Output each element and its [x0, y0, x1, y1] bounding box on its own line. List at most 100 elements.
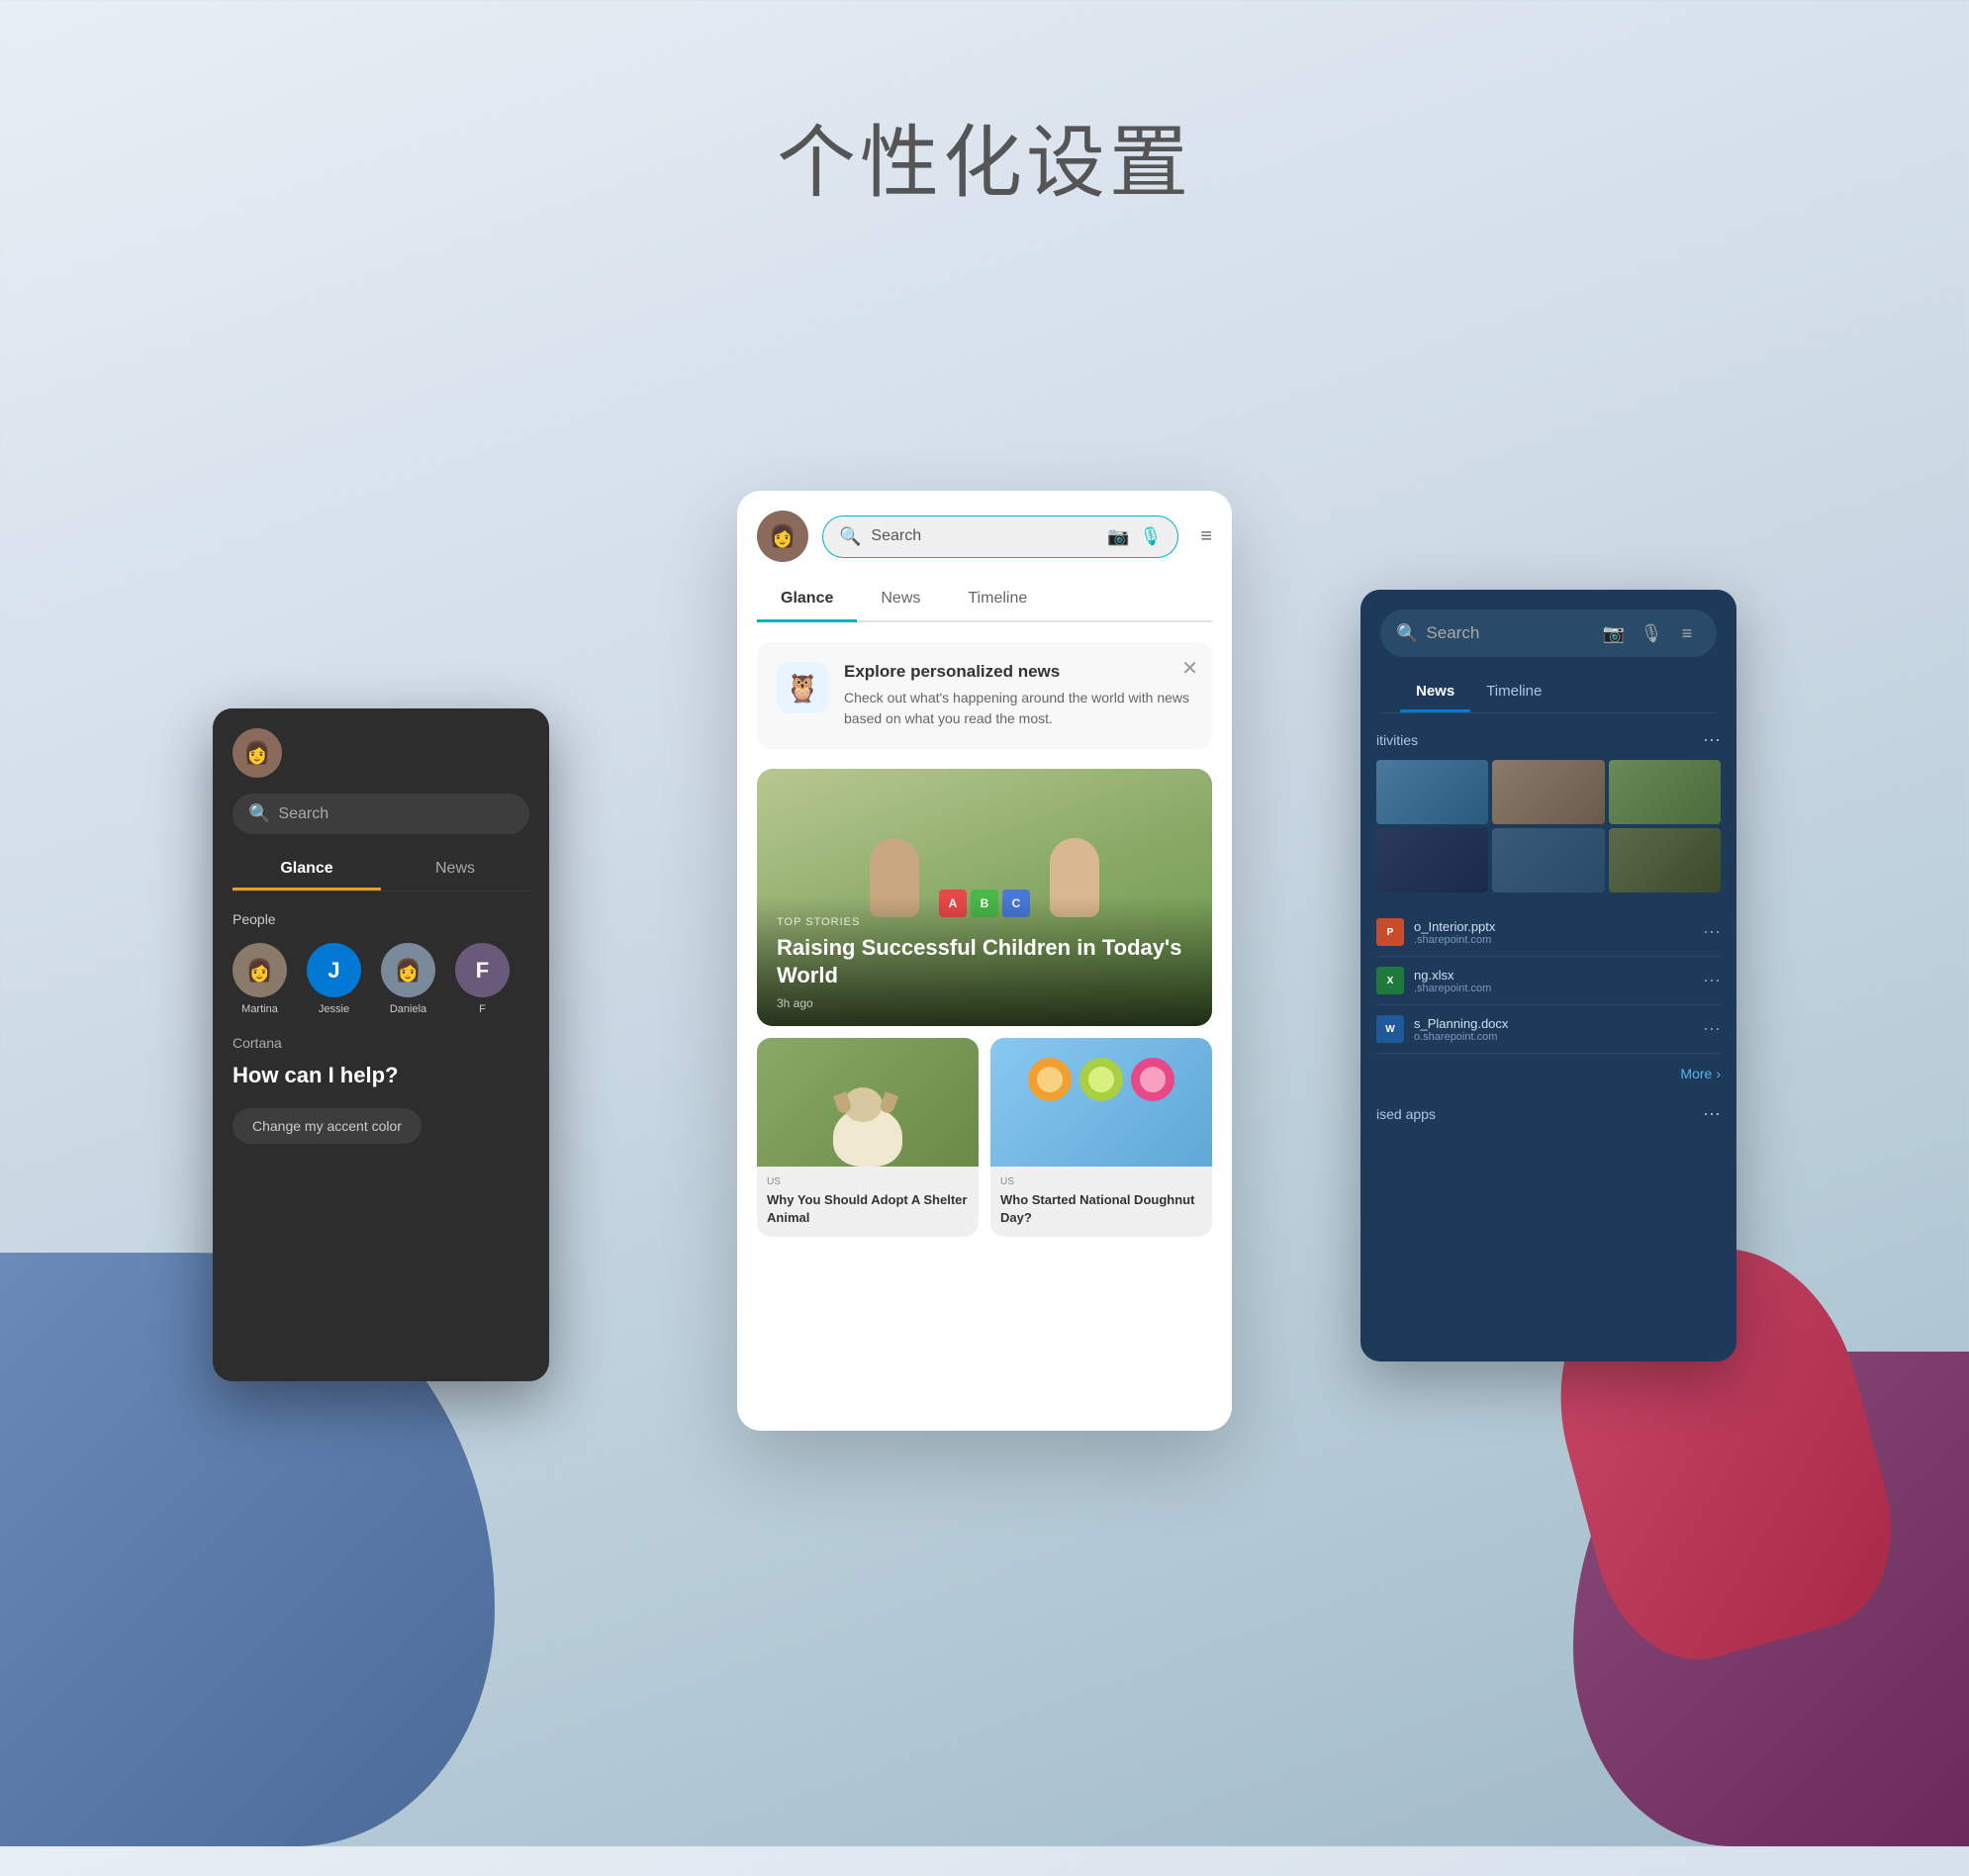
card-left-search-bar[interactable]: 🔍 Search	[233, 794, 529, 834]
tab-right-news[interactable]: News	[1400, 673, 1470, 712]
settings-icon-right[interactable]: ≡	[1673, 619, 1701, 647]
more-label: More	[1680, 1066, 1712, 1081]
news-card-1[interactable]: US Why You Should Adopt A Shelter Animal	[757, 1038, 979, 1237]
tab-right-timeline[interactable]: Timeline	[1470, 673, 1557, 712]
search-icon-left: 🔍	[248, 803, 270, 824]
file-icon-docx: W	[1376, 1015, 1404, 1043]
news-card-2-image	[990, 1038, 1212, 1167]
explore-close-button[interactable]: ✕	[1181, 656, 1198, 681]
file-item-3[interactable]: W s_Planning.docx o.sharepoint.com ⋯	[1376, 1005, 1721, 1054]
center-avatar: 👩	[757, 511, 808, 562]
news-card-2-body: US Who Started National Doughnut Day?	[990, 1167, 1212, 1237]
people-title: People	[233, 911, 529, 927]
tab-center-timeline[interactable]: Timeline	[944, 578, 1051, 620]
person-avatar-jessie: J	[307, 943, 361, 997]
mic-icon[interactable]: 🎙	[1139, 526, 1162, 547]
file-info-1: o_Interior.pptx .sharepoint.com	[1414, 919, 1703, 946]
explore-description: Check out what's happening around the wo…	[844, 688, 1192, 729]
person-item-f[interactable]: F F	[455, 943, 510, 1015]
donut-3	[1131, 1058, 1174, 1101]
file-more-2[interactable]: ⋯	[1703, 971, 1721, 991]
chevron-right-icon: ›	[1716, 1066, 1721, 1081]
person-avatar-martina: 👩	[233, 943, 287, 997]
activities-header: itivities ···	[1376, 729, 1721, 750]
tab-left-news[interactable]: News	[381, 850, 529, 891]
file-source-2: .sharepoint.com	[1414, 983, 1703, 994]
donut-1	[1028, 1058, 1072, 1101]
camera-icon[interactable]: 📷	[1107, 526, 1129, 547]
center-search-extras: 📷 🎙	[1107, 526, 1162, 547]
cards-container: 👩 🔍 Search Glance News People 👩 Martina …	[292, 491, 1677, 1876]
center-search-icon: 🔍	[839, 526, 861, 547]
cortana-change-accent-button[interactable]: Change my accent color	[233, 1108, 422, 1144]
cortana-question: How can I help?	[233, 1063, 529, 1088]
card-center: 👩 🔍 Search 📷 🎙 ≡ Glance News Timeline	[737, 491, 1232, 1431]
card-right-search-bar[interactable]: 🔍 Search 📷 🎙 ≡	[1380, 610, 1717, 657]
person-name-martina: Martina	[241, 1003, 278, 1015]
explore-card: 🦉 Explore personalized news Check out wh…	[757, 642, 1212, 749]
center-search-bar[interactable]: 🔍 Search 📷 🎙	[822, 516, 1178, 558]
activities-title: itivities	[1376, 732, 1418, 748]
card-right: 🔍 Search 📷 🎙 ≡ News Timeline itivities ·…	[1360, 590, 1736, 1361]
news-card-2-category: US	[1000, 1176, 1202, 1187]
story-overlay: TOP STORIES Raising Successful Children …	[757, 896, 1212, 1026]
cortana-label: Cortana	[233, 1035, 529, 1051]
story-title: Raising Successful Children in Today's W…	[777, 934, 1192, 990]
page-title: 个性化设置	[0, 99, 1969, 214]
search-icon-right: 🔍	[1396, 623, 1418, 644]
photo-cell-1[interactable]	[1376, 760, 1488, 824]
photo-cell-6[interactable]	[1609, 828, 1721, 892]
center-search-text: Search	[871, 527, 1097, 545]
camera-icon-right[interactable]: 📷	[1600, 619, 1628, 647]
top-story-card[interactable]: A B C TOP STORIES Raising Successful Chi…	[757, 769, 1212, 1026]
used-apps-section: ised apps ···	[1360, 1093, 1736, 1134]
used-apps-dots-icon[interactable]: ···	[1703, 1103, 1721, 1124]
person-item-jessie[interactable]: J Jessie	[307, 943, 361, 1015]
person-item-daniela[interactable]: 👩 Daniela	[381, 943, 435, 1015]
settings-icon[interactable]: ≡	[1200, 525, 1212, 548]
news-grid: US Why You Should Adopt A Shelter Animal…	[757, 1038, 1212, 1237]
file-item-1[interactable]: P o_Interior.pptx .sharepoint.com ⋯	[1376, 908, 1721, 957]
activities-section: itivities ···	[1360, 729, 1736, 892]
news-card-2[interactable]: US Who Started National Doughnut Day?	[990, 1038, 1212, 1237]
person-item-martina[interactable]: 👩 Martina	[233, 943, 287, 1015]
card-left-header: 👩 🔍 Search Glance News	[213, 708, 549, 891]
person-avatar-f: F	[455, 943, 510, 997]
file-icon-xlsx: X	[1376, 967, 1404, 994]
tab-center-news[interactable]: News	[857, 578, 944, 620]
mic-icon-right[interactable]: 🎙	[1638, 619, 1665, 647]
more-link[interactable]: More ›	[1360, 1054, 1736, 1093]
used-apps-title: ised apps	[1376, 1106, 1436, 1122]
tab-center-glance[interactable]: Glance	[757, 578, 857, 622]
file-more-3[interactable]: ⋯	[1703, 1019, 1721, 1040]
photo-cell-5[interactable]	[1492, 828, 1604, 892]
card-right-header: 🔍 Search 📷 🎙 ≡ News Timeline	[1360, 590, 1736, 713]
file-item-2[interactable]: X ng.xlsx .sharepoint.com ⋯	[1376, 957, 1721, 1005]
explore-icon: 🦉	[777, 662, 828, 713]
dog-visual	[828, 1078, 907, 1167]
center-tabs: Glance News Timeline	[757, 578, 1212, 622]
tab-left-glance[interactable]: Glance	[233, 850, 381, 891]
photo-cell-4[interactable]	[1376, 828, 1488, 892]
card-left-profile: 👩	[233, 728, 529, 778]
story-time: 3h ago	[777, 996, 1192, 1010]
file-more-1[interactable]: ⋯	[1703, 922, 1721, 943]
file-name-3: s_Planning.docx	[1414, 1016, 1703, 1031]
photo-cell-3[interactable]	[1609, 760, 1721, 824]
file-source-3: o.sharepoint.com	[1414, 1031, 1703, 1043]
card-left: 👩 🔍 Search Glance News People 👩 Martina …	[213, 708, 549, 1381]
card-center-header: 👩 🔍 Search 📷 🎙 ≡ Glance News Timeline	[737, 491, 1232, 622]
story-tag: TOP STORIES	[777, 916, 1192, 928]
activities-dots-icon[interactable]: ···	[1703, 729, 1721, 750]
photo-cell-2[interactable]	[1492, 760, 1604, 824]
donut-row	[990, 1038, 1212, 1111]
people-row: 👩 Martina J Jessie 👩 Daniela F F	[233, 943, 529, 1015]
card-right-tabs: News Timeline	[1380, 673, 1717, 713]
cortana-section: Cortana How can I help? Change my accent…	[213, 1035, 549, 1144]
center-profile-row: 👩 🔍 Search 📷 🎙 ≡	[757, 511, 1212, 562]
avatar-left: 👩	[233, 728, 282, 778]
person-name-f: F	[479, 1003, 486, 1015]
people-section: People 👩 Martina J Jessie 👩 Daniela F F	[213, 891, 549, 1015]
explore-title: Explore personalized news	[844, 662, 1192, 682]
file-name-2: ng.xlsx	[1414, 968, 1703, 983]
